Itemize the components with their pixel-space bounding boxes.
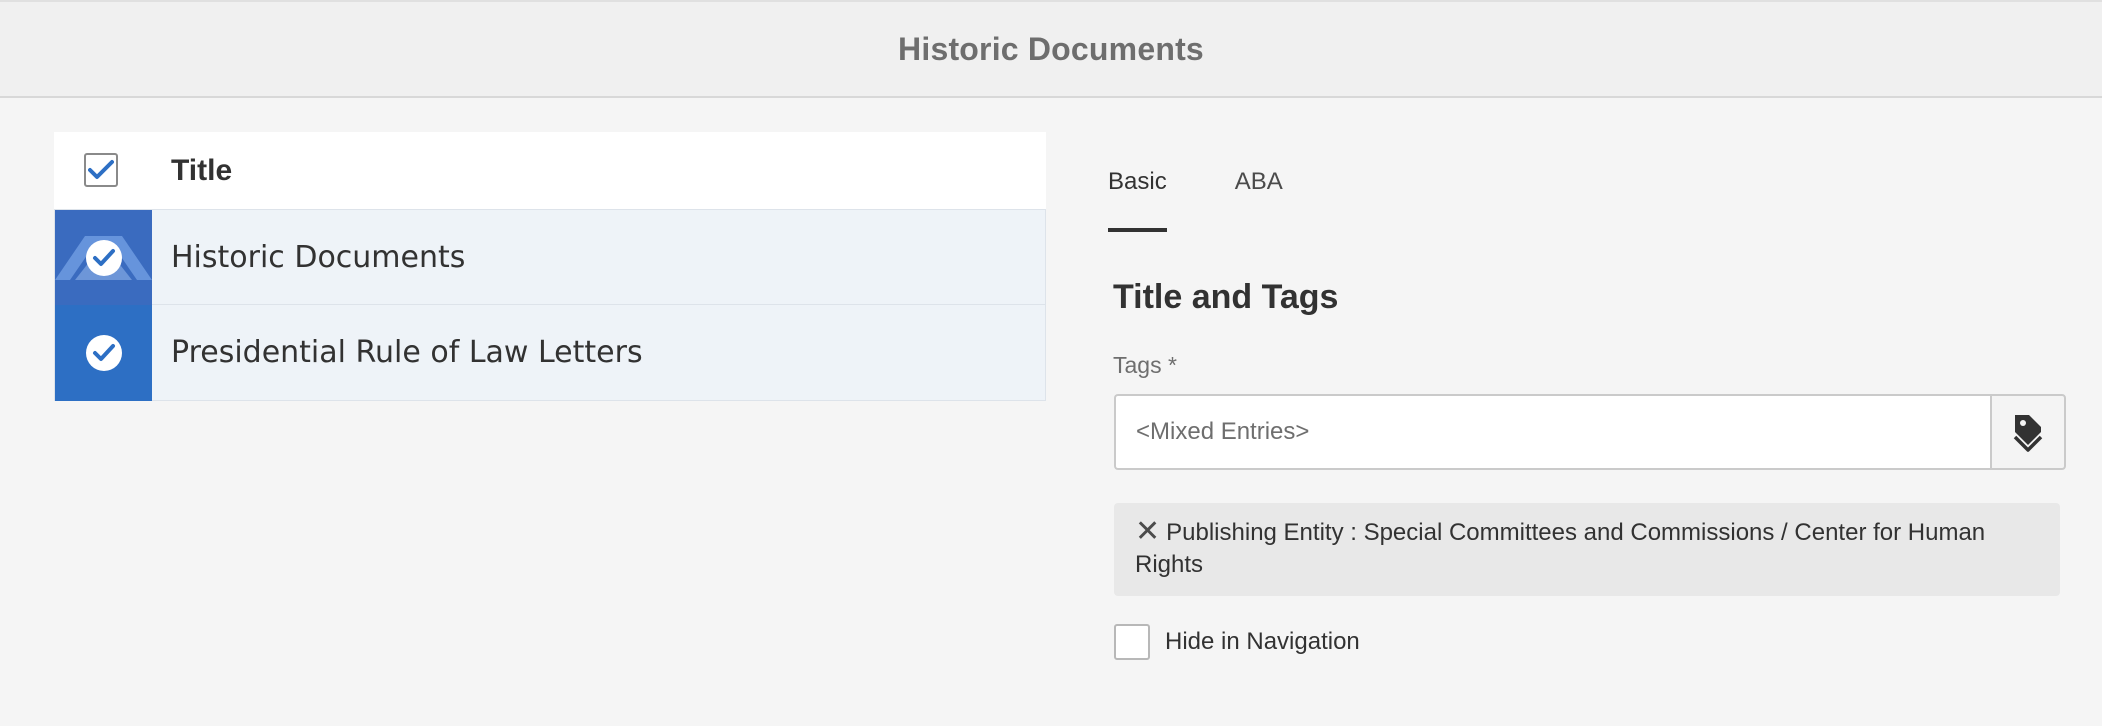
select-all-checkbox[interactable]	[84, 153, 118, 187]
tag-icon	[2013, 415, 2043, 452]
page-title: Historic Documents	[898, 30, 1204, 67]
checkmark-icon	[88, 160, 114, 179]
selected-items-list: Title Historic Documents Presidential Ru…	[54, 132, 1046, 401]
list-item-label: Historic Documents	[171, 239, 466, 275]
list-item-label: Presidential Rule of Law Letters	[171, 335, 643, 370]
tab-aba[interactable]: ABA	[1235, 158, 1283, 232]
tag-picker-button[interactable]	[1990, 394, 2066, 470]
column-header-title[interactable]: Title	[171, 154, 232, 188]
selected-check-icon[interactable]	[85, 335, 122, 371]
hide-in-navigation-label[interactable]: Hide in Navigation	[1165, 628, 1360, 656]
list-header: Title	[54, 132, 1046, 209]
selected-check-icon[interactable]	[85, 240, 122, 276]
tags-field-label: Tags *	[1113, 352, 1177, 378]
tab-bar: Basic ABA	[1108, 158, 1351, 232]
section-title: Title and Tags	[1113, 278, 1339, 316]
list-item[interactable]: Historic Documents	[54, 209, 1046, 306]
hide-in-navigation-field: Hide in Navigation	[1114, 624, 1360, 660]
tag-chip: ✕ Publishing Entity : Special Committees …	[1114, 503, 2060, 596]
remove-tag-close-icon[interactable]: ✕	[1135, 517, 1160, 547]
hide-in-navigation-checkbox[interactable]	[1114, 624, 1150, 660]
tags-field	[1114, 394, 2066, 470]
title-bar: Historic Documents	[0, 0, 2102, 98]
tag-chip-label: Publishing Entity : Special Committees a…	[1135, 519, 1986, 578]
row-thumbnail	[55, 210, 152, 306]
row-thumbnail	[55, 305, 152, 401]
tags-input[interactable]	[1114, 394, 1990, 470]
tab-basic[interactable]: Basic	[1108, 158, 1167, 232]
list-item[interactable]: Presidential Rule of Law Letters	[54, 305, 1046, 401]
